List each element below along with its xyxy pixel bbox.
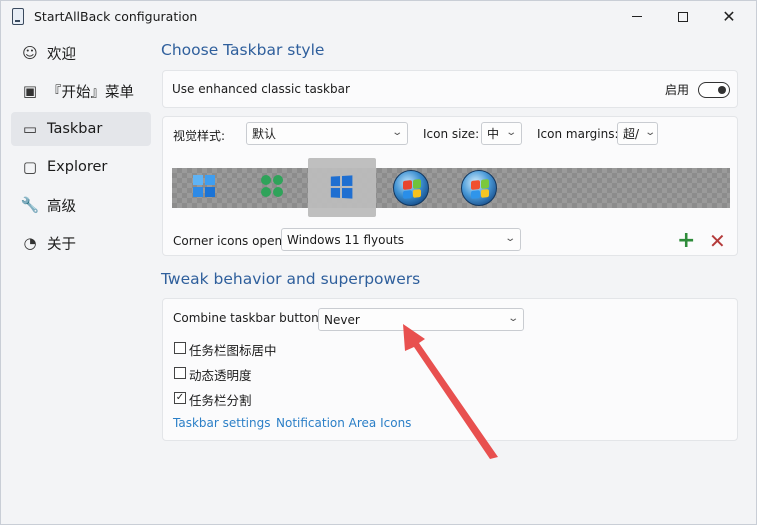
chevron-down-icon: ⌄ <box>503 233 516 244</box>
sidebar-item-label: 『开始』菜单 <box>47 84 134 101</box>
app-icon <box>12 8 24 25</box>
sidebar-item-explorer[interactable]: ▢ Explorer <box>11 150 151 184</box>
enhanced-toggle-label: 启用 <box>665 83 690 97</box>
checkbox-dynamic-transparency-label: 动态透明度 <box>189 368 252 383</box>
chevron-down-icon: ⌄ <box>643 127 656 138</box>
sidebar-item-label: 关于 <box>47 236 76 253</box>
enhanced-taskbar-toggle[interactable] <box>698 82 730 98</box>
sidebar-item-start-menu[interactable]: ▣ 『开始』菜单 <box>11 74 151 108</box>
checkmark-icon: ✓ <box>175 392 185 403</box>
enhanced-taskbar-card: Use enhanced classic taskbar 启用 <box>162 70 738 108</box>
smiley-icon: ☺ <box>22 44 38 62</box>
sidebar-item-welcome[interactable]: ☺ 欢迎 <box>11 36 151 70</box>
sidebar-item-label: Explorer <box>47 159 108 175</box>
toggle-knob <box>718 85 726 94</box>
icon-margins-label: Icon margins: <box>537 127 619 141</box>
combine-buttons-value: Never <box>324 312 360 327</box>
chevron-down-icon: ⌄ <box>390 127 403 138</box>
visual-style-value: 默认 <box>252 127 277 141</box>
windows-10-icon[interactable] <box>330 175 356 202</box>
notification-area-icons-link[interactable]: Notification Area Icons <box>276 416 411 430</box>
icon-size-select[interactable]: 中 ⌄ <box>481 122 522 145</box>
section-title-taskbar-style: Choose Taskbar style <box>161 41 325 59</box>
corner-icons-value: Windows 11 flyouts <box>287 232 405 247</box>
close-button[interactable]: ✕ <box>706 1 752 32</box>
maximize-button[interactable] <box>660 1 706 32</box>
sidebar-item-advanced[interactable]: 🔧 高级 <box>11 188 151 222</box>
window-title: StartAllBack configuration <box>34 9 198 24</box>
sidebar: ☺ 欢迎 ▣ 『开始』菜单 ▭ Taskbar ▢ Explorer 🔧 高级 … <box>11 36 151 264</box>
minimize-button[interactable] <box>614 1 660 32</box>
corner-icons-select[interactable]: Windows 11 flyouts ⌄ <box>281 228 521 251</box>
sidebar-item-label: Taskbar <box>47 121 103 137</box>
checkbox-taskbar-segments[interactable]: ✓ <box>174 392 186 404</box>
icon-size-label: Icon size: <box>423 127 480 141</box>
chevron-down-icon: ⌄ <box>506 313 519 324</box>
icon-margins-select[interactable]: 超/ ⌄ <box>617 122 658 145</box>
chevron-down-icon: ⌄ <box>504 127 517 138</box>
taskbar-settings-link[interactable]: Taskbar settings <box>173 416 270 430</box>
sidebar-item-label: 高级 <box>47 198 76 215</box>
close-icon: ✕ <box>722 6 736 26</box>
taskbar-icon: ▭ <box>22 120 38 138</box>
sidebar-item-label: 欢迎 <box>47 46 76 63</box>
title-bar: StartAllBack configuration ✕ <box>1 1 756 33</box>
sidebar-item-taskbar[interactable]: ▭ Taskbar <box>11 112 151 146</box>
visual-style-label: 视觉样式: <box>173 129 226 143</box>
combine-buttons-select[interactable]: Never ⌄ <box>318 308 524 331</box>
windows-vista-orb-icon[interactable] <box>461 170 497 206</box>
taskbar-style-strip <box>172 168 730 208</box>
enhanced-taskbar-label: Use enhanced classic taskbar <box>172 82 350 96</box>
start-menu-icon: ▣ <box>22 82 38 100</box>
minimize-icon <box>632 16 642 17</box>
add-icon[interactable]: + <box>677 230 695 252</box>
windows-11-icon[interactable] <box>193 175 219 201</box>
icon-margins-value: 超/ <box>623 127 640 141</box>
gauge-icon: ◔ <box>23 234 37 252</box>
folder-icon: ▢ <box>22 158 38 176</box>
corner-icons-label: Corner icons open: <box>173 234 287 248</box>
sidebar-item-about[interactable]: ◔ 关于 <box>11 226 151 260</box>
combine-buttons-label: Combine taskbar buttons: <box>173 311 330 325</box>
clover-icon[interactable] <box>261 175 287 201</box>
icon-size-value: 中 <box>487 127 500 141</box>
wrench-icon: 🔧 <box>20 196 40 214</box>
checkbox-taskbar-segments-label: 任务栏分割 <box>189 393 252 408</box>
app-window: StartAllBack configuration ✕ ☺ 欢迎 ▣ 『开始』… <box>0 0 757 525</box>
checkbox-dynamic-transparency[interactable] <box>174 367 186 379</box>
checkbox-center-icons-label: 任务栏图标居中 <box>189 343 277 358</box>
remove-icon[interactable]: ✕ <box>709 231 726 251</box>
visual-style-select[interactable]: 默认 ⌄ <box>246 122 408 145</box>
maximize-icon <box>678 11 688 22</box>
section-title-tweak: Tweak behavior and superpowers <box>161 270 421 288</box>
windows-7-orb-icon[interactable] <box>393 170 429 206</box>
checkbox-center-icons[interactable] <box>174 342 186 354</box>
